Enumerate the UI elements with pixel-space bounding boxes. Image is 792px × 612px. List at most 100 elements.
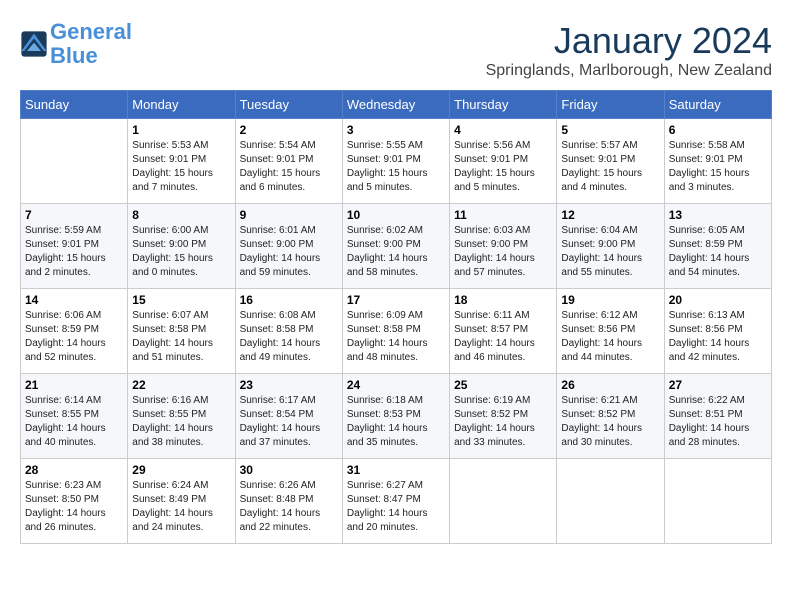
- day-info: Sunrise: 6:13 AMSunset: 8:56 PMDaylight:…: [669, 309, 767, 365]
- day-number: 4: [454, 123, 552, 137]
- day-info: Sunrise: 6:16 AMSunset: 8:55 PMDaylight:…: [132, 394, 230, 450]
- day-number: 12: [561, 208, 659, 222]
- day-number: 1: [132, 123, 230, 137]
- day-cell: 27 Sunrise: 6:22 AMSunset: 8:51 PMDayligh…: [664, 374, 771, 459]
- day-info: Sunrise: 6:00 AMSunset: 9:00 PMDaylight:…: [132, 224, 230, 280]
- day-info: Sunrise: 6:03 AMSunset: 9:00 PMDaylight:…: [454, 224, 552, 280]
- day-info: Sunrise: 6:23 AMSunset: 8:50 PMDaylight:…: [25, 479, 123, 535]
- day-info: Sunrise: 6:07 AMSunset: 8:58 PMDaylight:…: [132, 309, 230, 365]
- day-info: Sunrise: 6:06 AMSunset: 8:59 PMDaylight:…: [25, 309, 123, 365]
- day-cell: 2 Sunrise: 5:54 AMSunset: 9:01 PMDaylight…: [235, 119, 342, 204]
- day-cell: 5 Sunrise: 5:57 AMSunset: 9:01 PMDaylight…: [557, 119, 664, 204]
- day-cell: 23 Sunrise: 6:17 AMSunset: 8:54 PMDayligh…: [235, 374, 342, 459]
- calendar-header: SundayMondayTuesdayWednesdayThursdayFrid…: [21, 91, 772, 119]
- day-info: Sunrise: 6:08 AMSunset: 8:58 PMDaylight:…: [240, 309, 338, 365]
- day-cell: 20 Sunrise: 6:13 AMSunset: 8:56 PMDayligh…: [664, 289, 771, 374]
- day-number: 11: [454, 208, 552, 222]
- day-cell: 26Sunrise: 6:21 AMSunset: 8:52 PMDayligh…: [557, 374, 664, 459]
- day-number: 16: [240, 293, 338, 307]
- header-cell-friday: Friday: [557, 91, 664, 119]
- day-number: 7: [25, 208, 123, 222]
- day-info: Sunrise: 6:21 AMSunset: 8:52 PMDaylight:…: [561, 394, 659, 450]
- day-number: 8: [132, 208, 230, 222]
- week-row-0: 1 Sunrise: 5:53 AMSunset: 9:01 PMDaylight…: [21, 119, 772, 204]
- day-cell: 13 Sunrise: 6:05 AMSunset: 8:59 PMDayligh…: [664, 204, 771, 289]
- logo: General Blue: [20, 20, 132, 68]
- day-info: Sunrise: 6:27 AMSunset: 8:47 PMDaylight:…: [347, 479, 445, 535]
- day-cell: 11 Sunrise: 6:03 AMSunset: 9:00 PMDayligh…: [450, 204, 557, 289]
- day-cell: 4Sunrise: 5:56 AMSunset: 9:01 PMDaylight…: [450, 119, 557, 204]
- day-cell: 17Sunrise: 6:09 AMSunset: 8:58 PMDayligh…: [342, 289, 449, 374]
- day-cell: 31 Sunrise: 6:27 AMSunset: 8:47 PMDayligh…: [342, 459, 449, 544]
- day-info: Sunrise: 6:18 AMSunset: 8:53 PMDaylight:…: [347, 394, 445, 450]
- calendar-table: SundayMondayTuesdayWednesdayThursdayFrid…: [20, 90, 772, 544]
- day-number: 21: [25, 378, 123, 392]
- day-cell: 1 Sunrise: 5:53 AMSunset: 9:01 PMDaylight…: [128, 119, 235, 204]
- day-info: Sunrise: 6:05 AMSunset: 8:59 PMDaylight:…: [669, 224, 767, 280]
- day-cell: 9 Sunrise: 6:01 AMSunset: 9:00 PMDaylight…: [235, 204, 342, 289]
- day-cell: 15 Sunrise: 6:07 AMSunset: 8:58 PMDayligh…: [128, 289, 235, 374]
- title-block: January 2024 Springlands, Marlborough, N…: [486, 20, 772, 80]
- day-number: 30: [240, 463, 338, 477]
- day-info: Sunrise: 6:14 AMSunset: 8:55 PMDaylight:…: [25, 394, 123, 450]
- page-header: General Blue January 2024 Springlands, M…: [20, 20, 772, 80]
- day-number: 31: [347, 463, 445, 477]
- day-cell: 25 Sunrise: 6:19 AMSunset: 8:52 PMDayligh…: [450, 374, 557, 459]
- day-number: 13: [669, 208, 767, 222]
- day-cell: 24Sunrise: 6:18 AMSunset: 8:53 PMDayligh…: [342, 374, 449, 459]
- day-number: 23: [240, 378, 338, 392]
- day-info: Sunrise: 5:53 AMSunset: 9:01 PMDaylight:…: [132, 139, 230, 195]
- day-info: Sunrise: 6:22 AMSunset: 8:51 PMDaylight:…: [669, 394, 767, 450]
- day-cell: 12 Sunrise: 6:04 AMSunset: 9:00 PMDayligh…: [557, 204, 664, 289]
- day-info: Sunrise: 5:54 AMSunset: 9:01 PMDaylight:…: [240, 139, 338, 195]
- day-cell: 19 Sunrise: 6:12 AMSunset: 8:56 PMDayligh…: [557, 289, 664, 374]
- day-cell: 8 Sunrise: 6:00 AMSunset: 9:00 PMDaylight…: [128, 204, 235, 289]
- day-number: 20: [669, 293, 767, 307]
- day-cell: 10 Sunrise: 6:02 AMSunset: 9:00 PMDayligh…: [342, 204, 449, 289]
- day-number: 22: [132, 378, 230, 392]
- day-number: 28: [25, 463, 123, 477]
- day-cell: 7Sunrise: 5:59 AMSunset: 9:01 PMDaylight…: [21, 204, 128, 289]
- day-number: 10: [347, 208, 445, 222]
- day-info: Sunrise: 6:17 AMSunset: 8:54 PMDaylight:…: [240, 394, 338, 450]
- logo-icon: [20, 30, 48, 58]
- day-number: 29: [132, 463, 230, 477]
- logo-line1: General: [50, 19, 132, 44]
- week-row-2: 14 Sunrise: 6:06 AMSunset: 8:59 PMDayligh…: [21, 289, 772, 374]
- day-cell: 6 Sunrise: 5:58 AMSunset: 9:01 PMDaylight…: [664, 119, 771, 204]
- day-info: Sunrise: 6:11 AMSunset: 8:57 PMDaylight:…: [454, 309, 552, 365]
- day-number: 27: [669, 378, 767, 392]
- day-info: Sunrise: 6:01 AMSunset: 9:00 PMDaylight:…: [240, 224, 338, 280]
- day-cell: 30 Sunrise: 6:26 AMSunset: 8:48 PMDayligh…: [235, 459, 342, 544]
- day-info: Sunrise: 5:58 AMSunset: 9:01 PMDaylight:…: [669, 139, 767, 195]
- day-number: 14: [25, 293, 123, 307]
- day-cell: 14 Sunrise: 6:06 AMSunset: 8:59 PMDayligh…: [21, 289, 128, 374]
- day-number: 9: [240, 208, 338, 222]
- day-info: Sunrise: 5:55 AMSunset: 9:01 PMDaylight:…: [347, 139, 445, 195]
- week-row-1: 7Sunrise: 5:59 AMSunset: 9:01 PMDaylight…: [21, 204, 772, 289]
- day-info: Sunrise: 5:57 AMSunset: 9:01 PMDaylight:…: [561, 139, 659, 195]
- logo-text: General Blue: [50, 20, 132, 68]
- header-cell-sunday: Sunday: [21, 91, 128, 119]
- day-info: Sunrise: 6:12 AMSunset: 8:56 PMDaylight:…: [561, 309, 659, 365]
- day-number: 6: [669, 123, 767, 137]
- day-number: 19: [561, 293, 659, 307]
- day-info: Sunrise: 6:02 AMSunset: 9:00 PMDaylight:…: [347, 224, 445, 280]
- day-info: Sunrise: 6:09 AMSunset: 8:58 PMDaylight:…: [347, 309, 445, 365]
- header-cell-thursday: Thursday: [450, 91, 557, 119]
- day-cell: 16 Sunrise: 6:08 AMSunset: 8:58 PMDayligh…: [235, 289, 342, 374]
- day-info: Sunrise: 6:04 AMSunset: 9:00 PMDaylight:…: [561, 224, 659, 280]
- day-number: 5: [561, 123, 659, 137]
- header-cell-monday: Monday: [128, 91, 235, 119]
- day-info: Sunrise: 6:19 AMSunset: 8:52 PMDaylight:…: [454, 394, 552, 450]
- day-number: 15: [132, 293, 230, 307]
- week-row-4: 28 Sunrise: 6:23 AMSunset: 8:50 PMDayligh…: [21, 459, 772, 544]
- day-cell: 21 Sunrise: 6:14 AMSunset: 8:55 PMDayligh…: [21, 374, 128, 459]
- day-cell: 18Sunrise: 6:11 AMSunset: 8:57 PMDayligh…: [450, 289, 557, 374]
- day-number: 25: [454, 378, 552, 392]
- header-row: SundayMondayTuesdayWednesdayThursdayFrid…: [21, 91, 772, 119]
- day-info: Sunrise: 6:24 AMSunset: 8:49 PMDaylight:…: [132, 479, 230, 535]
- day-number: 2: [240, 123, 338, 137]
- day-info: Sunrise: 6:26 AMSunset: 8:48 PMDaylight:…: [240, 479, 338, 535]
- day-cell: [557, 459, 664, 544]
